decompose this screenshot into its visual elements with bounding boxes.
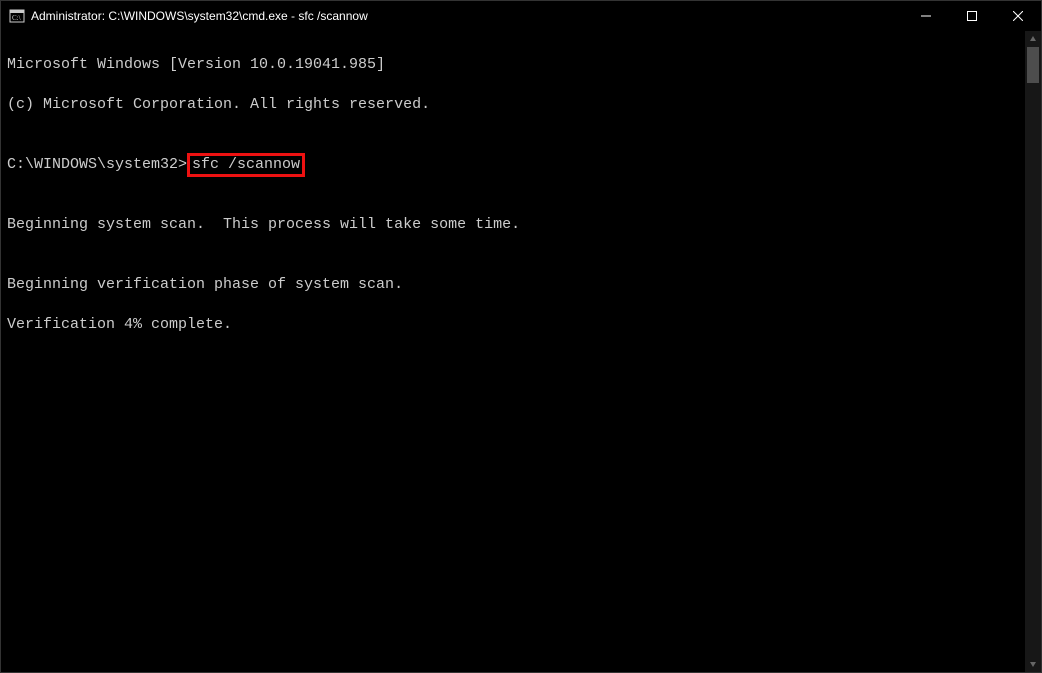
vertical-scrollbar[interactable] [1025, 31, 1041, 672]
scroll-up-arrow-icon[interactable] [1025, 31, 1041, 47]
output-line: (c) Microsoft Corporation. All rights re… [7, 95, 1019, 115]
titlebar[interactable]: C:\ Administrator: C:\WINDOWS\system32\c… [1, 1, 1041, 31]
scroll-thumb[interactable] [1027, 47, 1039, 83]
content-area: Microsoft Windows [Version 10.0.19041.98… [1, 31, 1041, 672]
output-line: Verification 4% complete. [7, 315, 1019, 335]
prompt: C:\WINDOWS\system32> [7, 156, 187, 173]
scroll-down-arrow-icon[interactable] [1025, 656, 1041, 672]
command-highlight: sfc /scannow [187, 153, 305, 177]
close-button[interactable] [995, 1, 1041, 31]
command-text: sfc /scannow [192, 156, 300, 173]
output-line: Beginning verification phase of system s… [7, 275, 1019, 295]
prompt-line: C:\WINDOWS\system32> sfc /scannow [7, 155, 1019, 175]
minimize-button[interactable] [903, 1, 949, 31]
cmd-window: C:\ Administrator: C:\WINDOWS\system32\c… [0, 0, 1042, 673]
window-title: Administrator: C:\WINDOWS\system32\cmd.e… [31, 9, 903, 23]
output-line: Beginning system scan. This process will… [7, 215, 1019, 235]
output-line: Microsoft Windows [Version 10.0.19041.98… [7, 55, 1019, 75]
window-controls [903, 1, 1041, 31]
terminal-output[interactable]: Microsoft Windows [Version 10.0.19041.98… [1, 31, 1025, 672]
maximize-button[interactable] [949, 1, 995, 31]
svg-text:C:\: C:\ [12, 14, 21, 22]
cmd-icon: C:\ [9, 8, 25, 24]
